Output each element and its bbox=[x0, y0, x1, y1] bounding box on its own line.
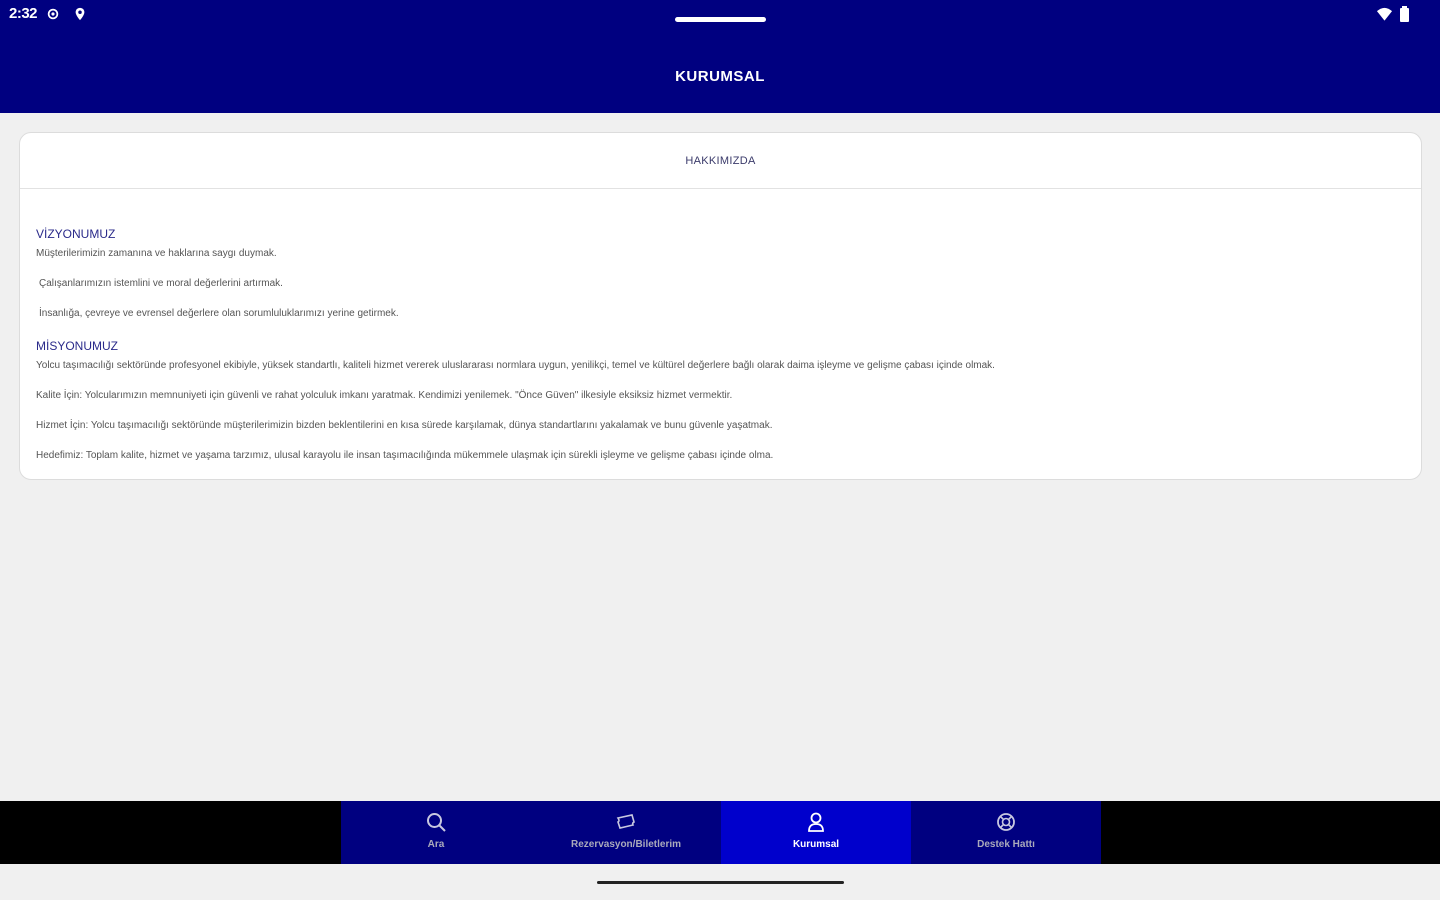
card-body: VİZYONUMUZ Müşterilerimizin zamanına ve … bbox=[20, 189, 1421, 463]
mission-line: Hizmet İçin: Yolcu taşımacılığı sektörün… bbox=[36, 420, 773, 431]
nav-label: Destek Hattı bbox=[977, 839, 1035, 850]
nav-label: Kurumsal bbox=[792, 839, 840, 850]
mission-line: Hedefimiz: Toplam kalite, hizmet ve yaşa… bbox=[36, 450, 774, 461]
location-icon bbox=[75, 7, 85, 21]
about-card: HAKKIMIZDA VİZYONUMUZ Müşterilerimizin z… bbox=[19, 132, 1422, 480]
nav-item-search[interactable]: Ara bbox=[341, 801, 531, 864]
nav-item-reservations[interactable]: Rezervasyon/Biletlerim bbox=[531, 801, 721, 864]
app-header: 2:32 KURUMSAL bbox=[0, 0, 1440, 113]
system-nav-bar bbox=[0, 864, 1440, 900]
nav-item-support[interactable]: Destek Hattı bbox=[911, 801, 1101, 864]
vision-line: İnsanlığa, çevreye ve evrensel değerlere… bbox=[39, 308, 399, 319]
vision-title: VİZYONUMUZ bbox=[36, 227, 116, 241]
mission-line: Kalite İçin: Yolcularımızın memnuniyeti … bbox=[36, 390, 733, 401]
support-icon bbox=[997, 813, 1015, 831]
nav-label: Rezervasyon/Biletlerim bbox=[570, 839, 682, 850]
user-icon bbox=[808, 812, 824, 832]
nav-label: Ara bbox=[427, 839, 445, 850]
mission-line: Yolcu taşımacılığı sektöründe profesyone… bbox=[36, 360, 995, 371]
vision-line: Çalışanlarımızın istemlini ve moral değe… bbox=[39, 278, 283, 289]
status-bar: 2:32 bbox=[0, 0, 1440, 30]
card-title: HAKKIMIZDA bbox=[685, 154, 756, 167]
nav-item-corporate[interactable]: Kurumsal bbox=[721, 801, 911, 864]
mission-title: MİSYONUMUZ bbox=[36, 339, 118, 353]
search-icon bbox=[427, 813, 446, 832]
card-header: HAKKIMIZDA bbox=[20, 133, 1421, 189]
ticket-icon bbox=[616, 814, 635, 829]
vision-line: Müşterilerimizin zamanına ve haklarına s… bbox=[36, 248, 277, 259]
home-indicator[interactable] bbox=[597, 881, 844, 884]
page-title: KURUMSAL bbox=[675, 68, 765, 85]
status-time: 2:32 bbox=[9, 5, 38, 22]
top-pill-indicator bbox=[675, 17, 766, 22]
battery-icon bbox=[1400, 6, 1409, 22]
gear-icon bbox=[47, 8, 59, 20]
wifi-icon bbox=[1376, 7, 1393, 21]
bottom-nav: Ara Rezervasyon/Biletlerim Kurumsal Dest… bbox=[0, 801, 1440, 864]
